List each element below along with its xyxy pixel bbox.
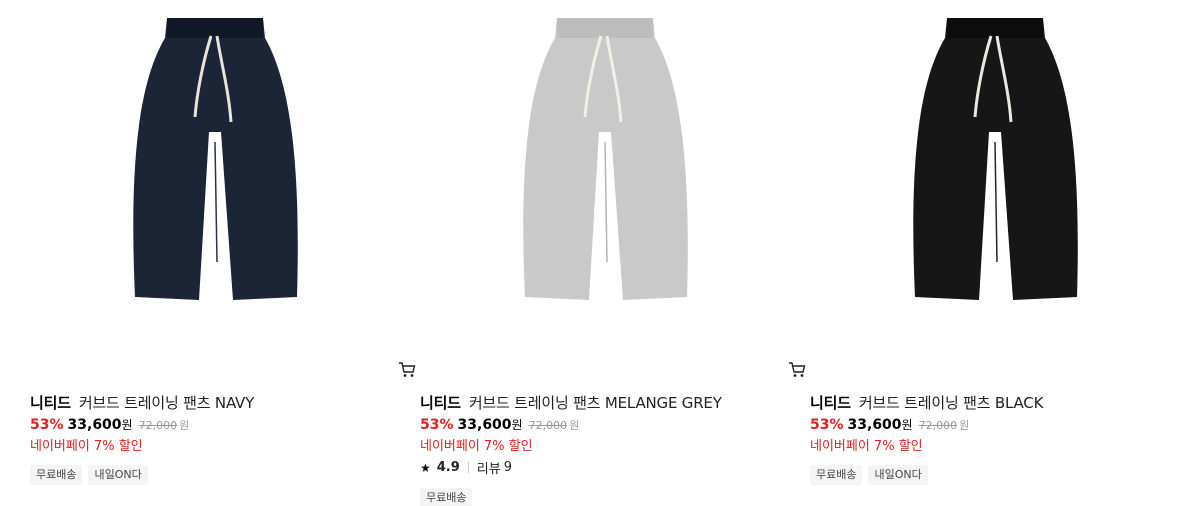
brand-name[interactable]: 니티드: [810, 394, 851, 412]
product-title-row[interactable]: 니티드 커브드 트레이닝 팬츠 BLACK: [810, 392, 1043, 413]
discount-rate: 53%: [30, 417, 64, 433]
brand-name[interactable]: 니티드: [30, 394, 71, 412]
free-shipping-badge: 무료배송: [420, 488, 473, 506]
rating-score: 4.9: [436, 460, 460, 475]
original-price: 72,000: [528, 419, 568, 432]
product-card[interactable]: 니티드 커브드 트레이닝 팬츠 NAVY 53% 33,600원 72,000 원 네이…: [30, 0, 416, 485]
original-currency: 원: [179, 419, 190, 432]
product-image[interactable]: [420, 0, 790, 355]
cart-icon[interactable]: [788, 361, 806, 379]
currency: 원: [511, 418, 523, 432]
pants-image: [133, 18, 298, 300]
sale-price: 33,600: [67, 417, 122, 433]
brand-name[interactable]: 니티드: [420, 394, 461, 412]
free-shipping-badge: 무료배송: [810, 465, 863, 485]
product-card[interactable]: 니티드 커브드 트레이닝 팬츠 MELANGE GREY 53% 33,600원 72…: [420, 0, 806, 506]
sale-price: 33,600: [847, 417, 902, 433]
original-price: 72,000: [138, 419, 178, 432]
product-title[interactable]: 커브드 트레이닝 팬츠 BLACK: [859, 394, 1044, 412]
original-price: 72,000: [918, 419, 958, 432]
payment-benefit: 네이버페이 7% 할인: [420, 439, 533, 454]
price-row: 53% 33,600원 72,000 원: [30, 416, 189, 433]
discount-rate: 53%: [810, 417, 844, 433]
badge-list: 무료배송: [420, 488, 473, 506]
rating-row[interactable]: ★ 4.9 리뷰 9: [420, 458, 512, 477]
price-row: 53% 33,600원 72,000 원: [810, 416, 969, 433]
product-image[interactable]: [810, 0, 1178, 355]
sale-price: 33,600: [457, 417, 512, 433]
product-title-row[interactable]: 니티드 커브드 트레이닝 팬츠 MELANGE GREY: [420, 392, 722, 413]
review-label: 리뷰: [476, 462, 501, 477]
delivery-badge: 내일ON다: [868, 465, 928, 485]
original-currency: 원: [569, 419, 580, 432]
product-image[interactable]: [30, 0, 400, 355]
delivery-badge: 내일ON다: [88, 465, 148, 485]
divider: [467, 462, 469, 473]
pants-image: [913, 18, 1078, 300]
original-currency: 원: [959, 419, 970, 432]
badge-list: 무료배송 내일ON다: [30, 465, 148, 485]
badge-list: 무료배송 내일ON다: [810, 465, 928, 485]
currency: 원: [901, 418, 913, 432]
pants-image: [523, 18, 688, 300]
free-shipping-badge: 무료배송: [30, 465, 83, 485]
price-row: 53% 33,600원 72,000 원: [420, 416, 579, 433]
cart-icon[interactable]: [398, 361, 416, 379]
payment-benefit: 네이버페이 7% 할인: [810, 439, 923, 454]
star-icon: ★: [420, 460, 431, 475]
product-card[interactable]: 니티드 커브드 트레이닝 팬츠 BLACK 53% 33,600원 72,000 원 네…: [810, 0, 1178, 485]
product-title-row[interactable]: 니티드 커브드 트레이닝 팬츠 NAVY: [30, 392, 254, 413]
currency: 원: [121, 418, 133, 432]
product-title[interactable]: 커브드 트레이닝 팬츠 NAVY: [79, 394, 254, 412]
payment-benefit: 네이버페이 7% 할인: [30, 439, 143, 454]
review-count: 9: [503, 460, 512, 475]
product-title[interactable]: 커브드 트레이닝 팬츠 MELANGE GREY: [469, 394, 722, 412]
discount-rate: 53%: [420, 417, 454, 433]
